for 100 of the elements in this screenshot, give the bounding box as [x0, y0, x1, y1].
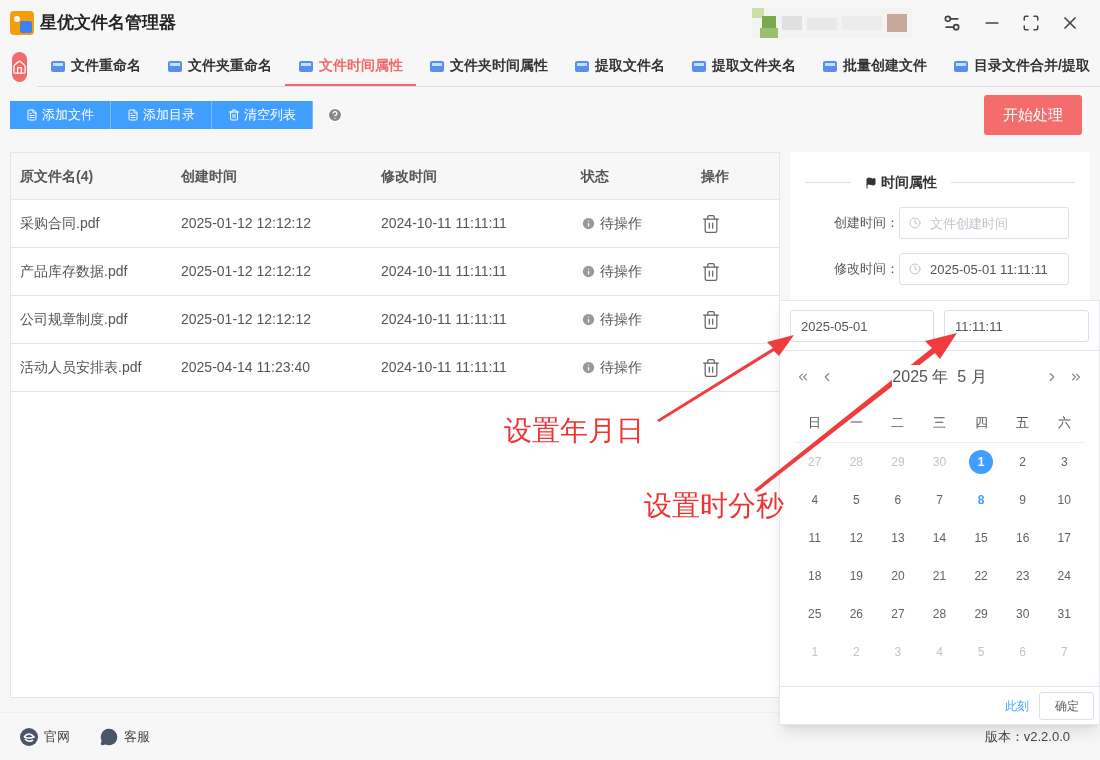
globe-icon — [20, 727, 38, 746]
trash-icon — [228, 109, 240, 121]
file-icon — [574, 58, 590, 73]
field-label: 创建时间： — [833, 214, 899, 233]
calendar-day[interactable]: 23 — [1010, 564, 1035, 588]
file-icon — [953, 58, 969, 73]
weekday-label: 六 — [1056, 413, 1072, 432]
delete-icon[interactable] — [701, 309, 721, 330]
time-input[interactable]: 11:11:11 — [944, 310, 1089, 342]
table-cell-text: 2025-04-14 11:23:40 — [180, 358, 311, 377]
flag-icon — [865, 176, 877, 189]
delete-icon[interactable] — [701, 261, 721, 282]
info-icon — [581, 312, 596, 327]
calendar-day[interactable]: 2 — [1010, 450, 1035, 474]
file-icon — [298, 58, 314, 73]
confirm-button[interactable]: 确定 — [1039, 691, 1094, 720]
table-cell-text: 公司规章制度.pdf — [19, 310, 129, 329]
info-icon — [581, 216, 596, 231]
date-time-field[interactable]: 2025-05-01 11:11:11 — [899, 253, 1069, 285]
calendar-day[interactable]: 30 — [1010, 602, 1035, 626]
file-icon — [167, 58, 183, 73]
calendar-day[interactable]: 29 — [969, 602, 994, 626]
weekday-label: 二 — [890, 413, 906, 432]
calendar-day[interactable]: 11 — [802, 526, 827, 550]
calendar-day[interactable]: 14 — [927, 526, 952, 550]
footer-link[interactable]: 官网 — [20, 726, 70, 747]
calendar-day[interactable]: 7 — [927, 488, 952, 512]
chat-icon — [100, 727, 118, 746]
calendar-day[interactable]: 3 — [1052, 450, 1077, 474]
calendar-day[interactable]: 10 — [1052, 488, 1077, 512]
maximize-icon[interactable] — [1022, 14, 1040, 32]
info-icon — [581, 360, 596, 375]
file-icon — [822, 58, 838, 73]
calendar-day[interactable]: 26 — [844, 602, 869, 626]
calendar-day[interactable]: 31 — [1052, 602, 1077, 626]
weekday-label: 日 — [807, 413, 823, 432]
calendar-day[interactable]: 17 — [1052, 526, 1077, 550]
calendar-day[interactable]: 9 — [1010, 488, 1035, 512]
next-year-icon[interactable] — [1069, 370, 1083, 384]
calendar-day[interactable]: 22 — [969, 564, 994, 588]
date-time-field[interactable]: 文件创建时间 — [899, 207, 1069, 239]
table-cell-text: 产品库存数据.pdf — [19, 262, 129, 281]
table-cell-text: 2025-01-12 12:12:12 — [180, 214, 312, 233]
calendar-day[interactable]: 27 — [885, 602, 910, 626]
tab[interactable]: 目录文件合并/提取 — [940, 47, 1100, 86]
tab[interactable]: 提取文件名 — [561, 47, 678, 86]
tab[interactable]: 批量创建文件 — [809, 47, 940, 86]
calendar-day[interactable]: 5 — [844, 488, 869, 512]
help-icon[interactable] — [327, 107, 343, 123]
tab[interactable]: 提取文件夹名 — [678, 47, 809, 86]
document-icon — [127, 109, 139, 121]
calendar-day[interactable]: 24 — [1052, 564, 1077, 588]
app-logo-icon — [10, 11, 34, 35]
previous-year-icon[interactable] — [796, 370, 810, 384]
tab[interactable]: 文件重命名 — [37, 47, 154, 86]
calendar-day[interactable]: 13 — [885, 526, 910, 550]
document-icon — [26, 109, 38, 121]
annotation-text: 设置年月日 — [504, 414, 644, 448]
settings-icon[interactable] — [942, 13, 962, 33]
date-input[interactable]: 2025-05-01 — [790, 310, 934, 342]
calendar-day[interactable]: 19 — [844, 564, 869, 588]
calendar-day[interactable]: 25 — [802, 602, 827, 626]
panel-title: 时间属性 — [881, 173, 937, 192]
table-cell-text: 2024-10-11 11:11:11 — [380, 262, 508, 281]
info-icon — [581, 264, 596, 279]
column-header: 修改时间 — [380, 166, 438, 186]
delete-icon[interactable] — [701, 357, 721, 378]
calendar-day[interactable]: 16 — [1010, 526, 1035, 550]
calendar-day[interactable]: 20 — [885, 564, 910, 588]
window-title: 星优文件名管理器 — [40, 12, 176, 35]
file-icon — [50, 58, 66, 73]
calendar-day[interactable]: 15 — [969, 526, 994, 550]
file-icon — [691, 58, 707, 73]
clock-icon — [909, 263, 921, 275]
column-header: 创建时间 — [180, 166, 238, 186]
calendar-day[interactable]: 4 — [802, 488, 827, 512]
version-text: 版本：v2.2.0.0 — [984, 727, 1070, 746]
status-text: 待操作 — [600, 262, 642, 281]
table-cell-text: 活动人员安排表.pdf — [19, 358, 143, 377]
calendar-day[interactable]: 6 — [885, 488, 910, 512]
calendar-day[interactable]: 21 — [927, 564, 952, 588]
field-label: 修改时间： — [833, 260, 899, 279]
footer-link[interactable]: 客服 — [100, 726, 150, 747]
calendar-day[interactable]: 18 — [802, 564, 827, 588]
file-icon — [429, 58, 445, 73]
table-cell-text: 2025-01-12 12:12:12 — [180, 262, 312, 281]
clock-icon — [909, 217, 921, 229]
calendar-day[interactable]: 12 — [844, 526, 869, 550]
weekday-label: 四 — [973, 413, 989, 432]
status-text: 待操作 — [600, 214, 642, 233]
column-header: 操作 — [700, 166, 730, 186]
weekday-label: 五 — [1015, 413, 1031, 432]
calendar-day[interactable]: 28 — [927, 602, 952, 626]
status-text: 待操作 — [600, 310, 642, 329]
table-cell-text: 2024-10-11 11:11:11 — [380, 310, 508, 329]
table-cell-text: 2024-10-11 11:11:11 — [380, 214, 508, 233]
home-button[interactable] — [12, 52, 27, 82]
tab[interactable]: 文件夹重命名 — [154, 47, 285, 86]
tab[interactable]: 文件夹时间属性 — [416, 47, 561, 86]
delete-icon[interactable] — [701, 213, 721, 234]
